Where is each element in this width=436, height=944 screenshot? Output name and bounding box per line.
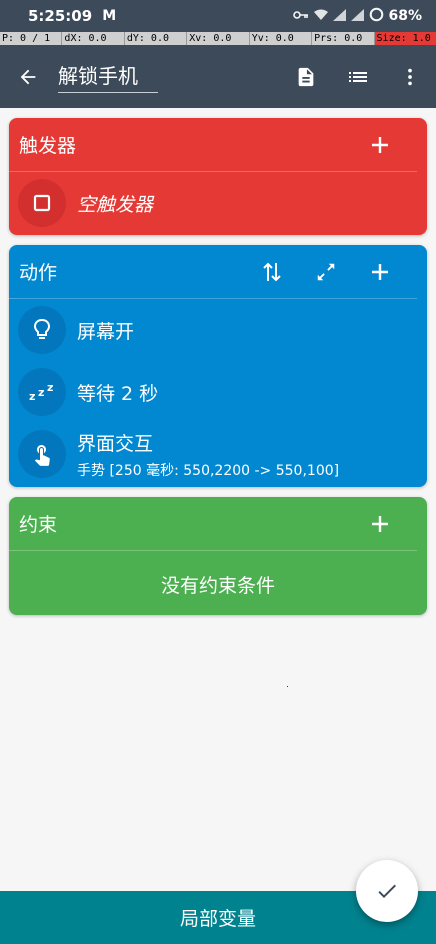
save-fab-button[interactable] [356,860,418,922]
no-constraints-text: 没有约束条件 [160,575,275,597]
battery-ring-icon [369,7,384,25]
debug-xv: Xv: 0.0 [187,32,250,45]
action-header: 动作 [9,245,417,299]
sleep-zzz-icon: zzz [18,368,66,416]
check-icon [378,884,396,898]
expand-icon[interactable] [299,252,353,292]
app-logo-icon: M [102,8,116,24]
status-time: 5:25:09 [28,7,93,25]
wifi-icon [313,9,329,24]
svg-text:z: z [29,390,35,402]
touch-gesture-icon [18,430,66,478]
constraint-label: 约束 [19,514,58,536]
action-item-wait[interactable]: zzz 等待 2 秒 [9,361,427,423]
action-header-actions [245,252,407,292]
more-vert-icon[interactable] [384,53,436,101]
add-constraint-button[interactable] [353,504,407,544]
constraint-header-actions [353,504,407,544]
key-icon [293,9,309,23]
debug-dy: dY: 0.0 [124,32,188,45]
reorder-icon[interactable] [245,252,299,292]
stray-pixel [287,686,288,687]
macro-name-field[interactable]: 解锁手机 [58,60,158,93]
trigger-label: 触发器 [19,135,77,157]
action-item-screen-on[interactable]: 屏幕开 [9,299,427,361]
signal-icon-2 [351,8,365,24]
debug-dx: dX: 0.0 [62,32,125,45]
trigger-item-label: 空触发器 [77,193,154,216]
constraint-card: 约束 没有约束条件 [9,497,427,615]
debug-yv: Yv: 0.0 [249,32,313,45]
svg-text:z: z [47,382,53,394]
empty-trigger-icon [18,179,66,227]
action-label: 动作 [19,262,58,284]
trigger-header-actions [353,125,407,165]
debug-pressure: Prs: 0.0 [312,32,375,45]
status-bar: 5:25:09 M 68% [0,0,436,32]
add-action-button[interactable] [353,252,407,292]
action-item-label: 等待 2 秒 [77,382,159,405]
action-item-text: 界面交互 手势 [250 毫秒: 550,2200 -> 550,100] [77,429,339,480]
status-right: 68% [293,7,422,25]
constraint-header: 约束 [9,497,417,551]
signal-icon-1 [333,8,347,24]
debug-pointer: P: 0 / 1 [0,32,63,45]
trigger-card: 触发器 空触发器 [9,118,427,235]
lightbulb-icon [18,306,66,354]
pointer-debug-strip: P: 0 / 1 dX: 0.0 dY: 0.0 Xv: 0.0 Yv: 0.0… [0,32,436,45]
document-icon[interactable] [280,53,332,101]
action-item-detail: 手势 [250 毫秒: 550,2200 -> 550,100] [77,462,340,479]
battery-percent: 68% [388,8,422,24]
action-card: 动作 屏幕开 zzz 等待 2 秒 界面交互 手势 [250 毫秒: 550,2… [9,245,427,487]
add-trigger-button[interactable] [353,125,407,165]
back-arrow-icon[interactable] [0,66,56,88]
trigger-header: 触发器 [9,118,417,172]
action-item-label: 界面交互 [77,432,154,455]
debug-size: Size: 1.0 [374,32,436,45]
action-item-ui-interaction[interactable]: 界面交互 手势 [250 毫秒: 550,2200 -> 550,100] [9,423,427,485]
app-bar: 解锁手机 [0,45,436,108]
trigger-item[interactable]: 空触发器 [9,172,427,234]
action-item-label: 屏幕开 [77,320,135,343]
app-bar-actions [280,53,436,101]
svg-text:z: z [38,386,44,399]
list-icon[interactable] [332,53,384,101]
